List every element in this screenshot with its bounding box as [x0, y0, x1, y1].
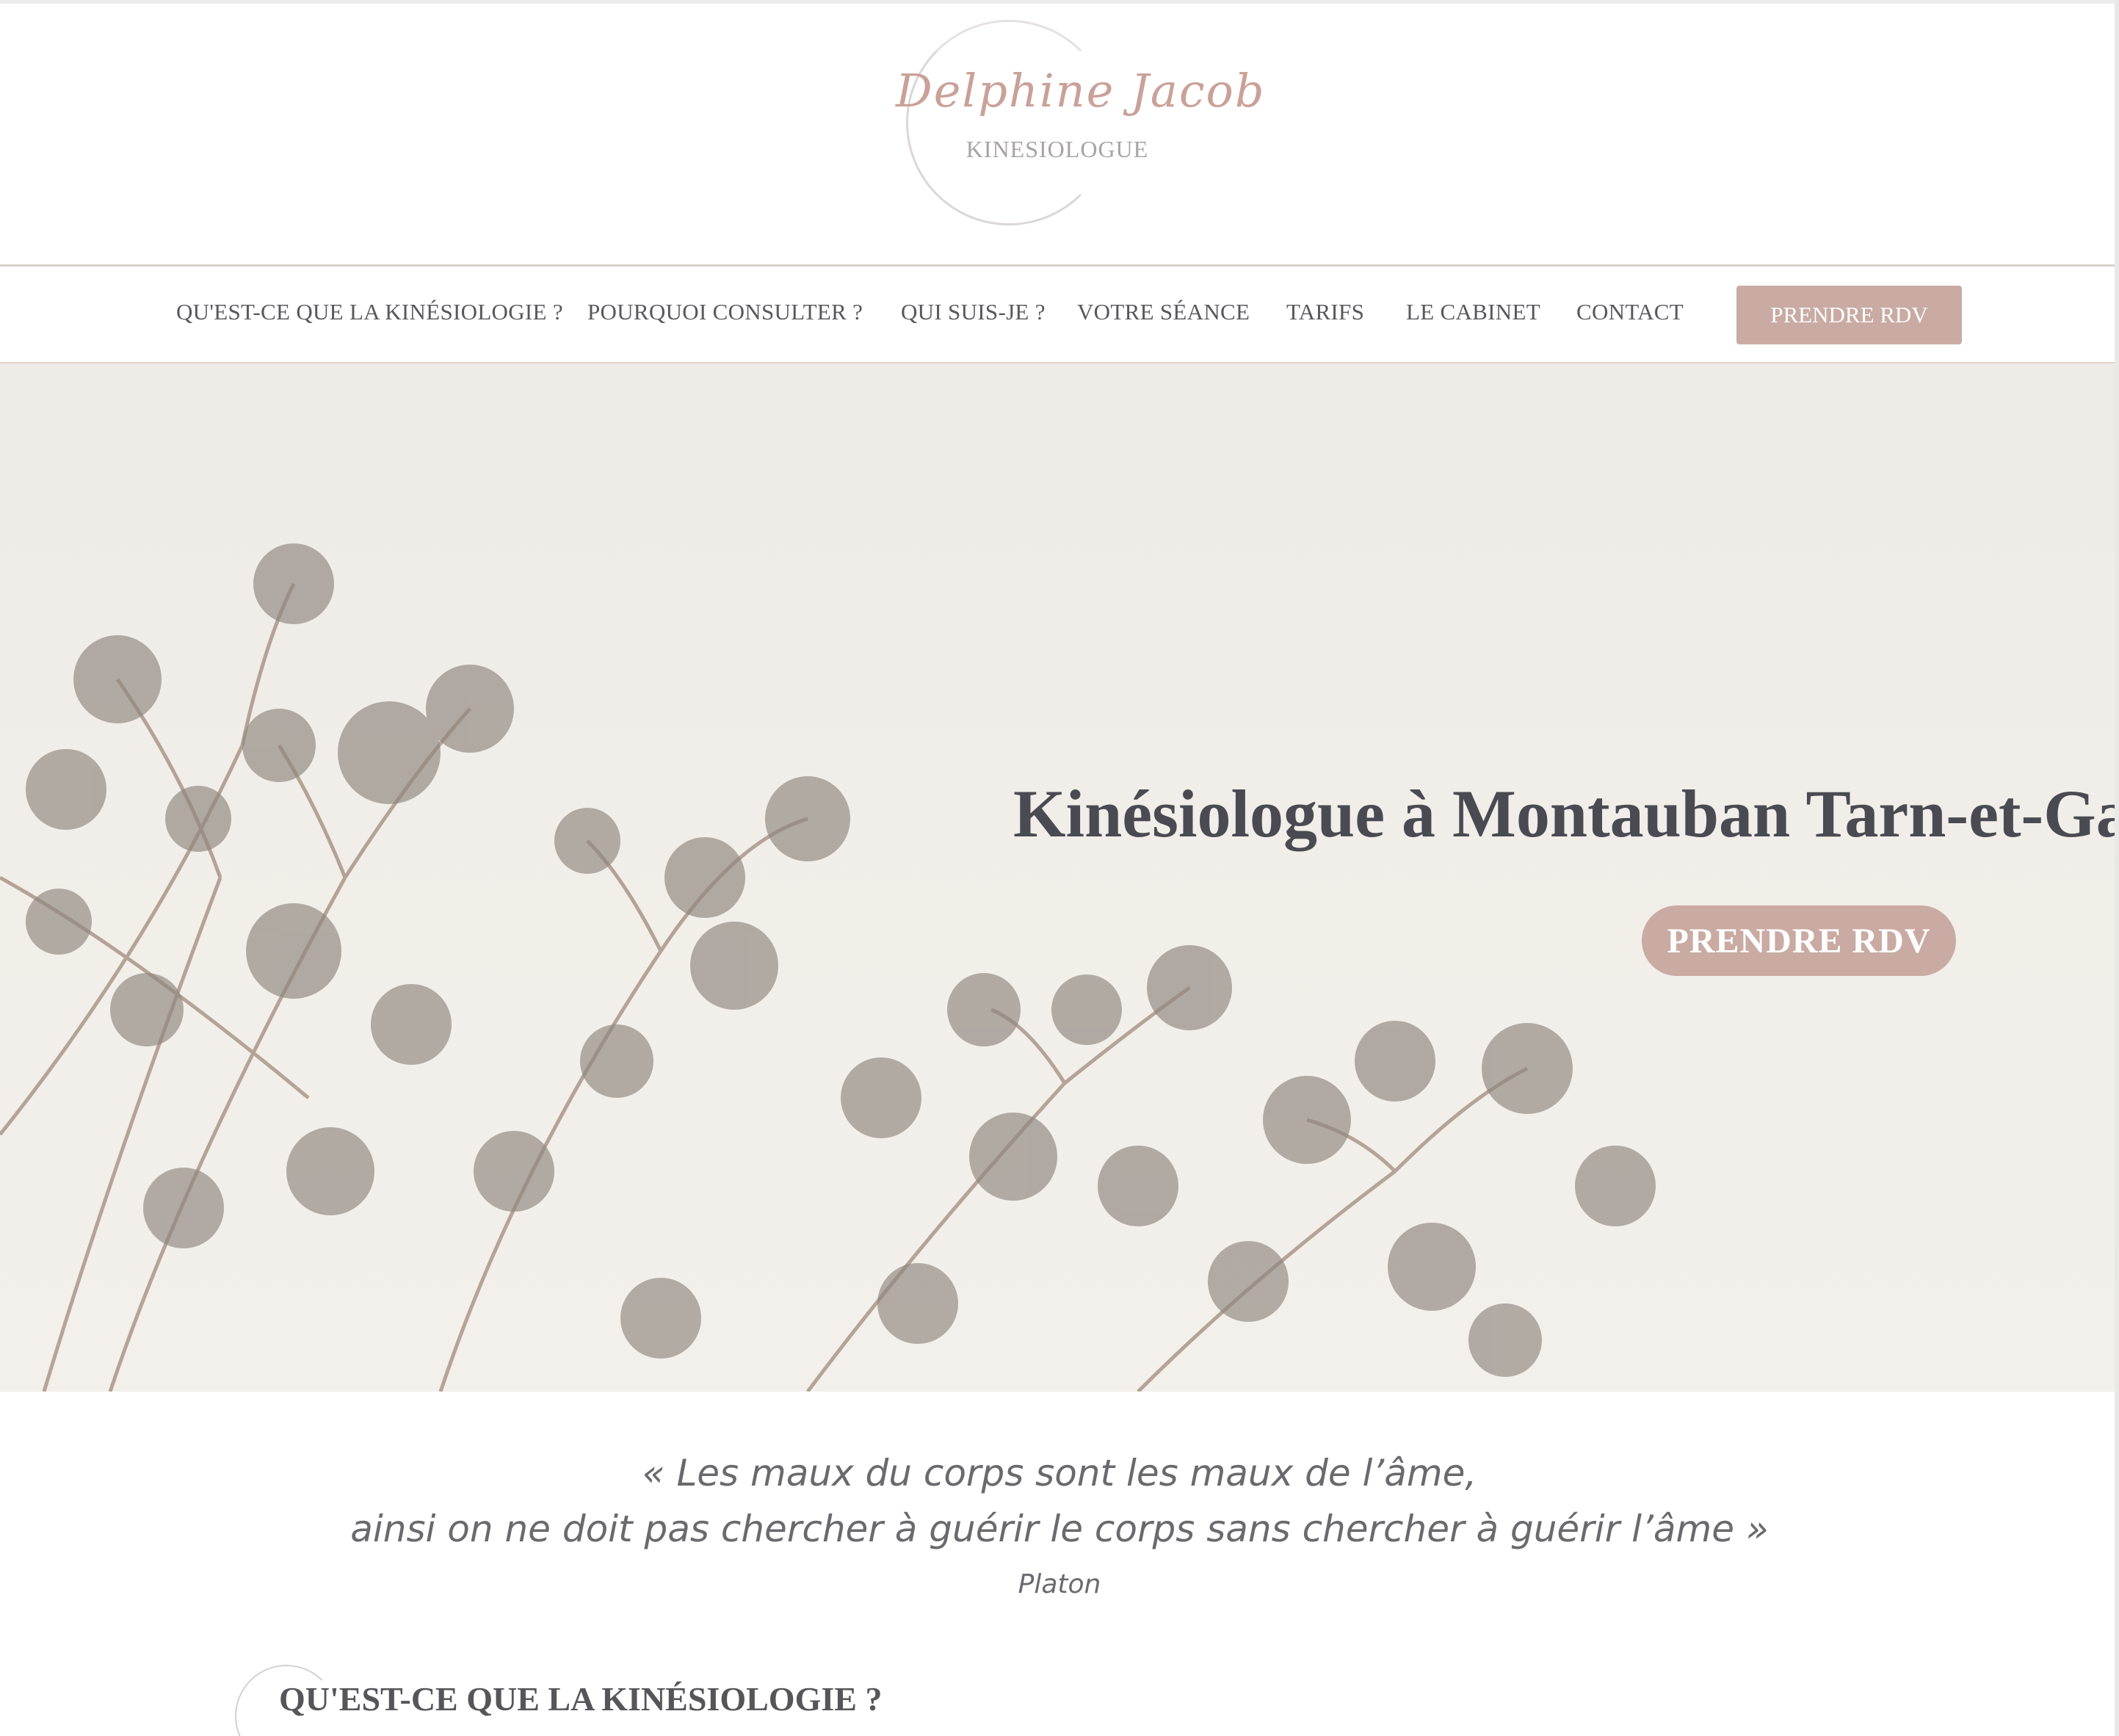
nav-item-tarifs[interactable]: TARIFS	[1286, 299, 1364, 325]
section-title: QU'EST-CE QUE LA KINÉSIOLOGIE ?	[279, 1680, 883, 1718]
nav-item-le-cabinet[interactable]: LE CABINET	[1406, 299, 1540, 325]
quote-line-2: ainsi on ne doit pas chercher à guérir l…	[350, 1508, 1769, 1550]
logo-name: Delphine Jacob	[896, 64, 1266, 117]
nav-item-pourquoi-consulter[interactable]: POURQUOI CONSULTER ?	[587, 299, 863, 325]
hero-prendre-rdv-button[interactable]: PRENDRE RDV	[1642, 905, 1956, 976]
nav-item-contact[interactable]: CONTACT	[1576, 299, 1684, 325]
quote-section: « Les maux du corps sont les maux de l’â…	[0, 1392, 2119, 1736]
hero-title: Kinésiologue à Montauban Tarn-et-Garonne	[1013, 776, 2119, 851]
quote-author: Platon	[1018, 1569, 1101, 1599]
scrollbar-edge	[2115, 0, 2119, 1736]
main-navigation: QU'EST-CE QUE LA KINÉSIOLOGIE ? POURQUOI…	[0, 264, 2119, 364]
site-header: Delphine Jacob KINESIOLOGUE	[0, 4, 2119, 264]
hero-section: Kinésiologue à Montauban Tarn-et-Garonne…	[0, 364, 2119, 1392]
nav-item-qui-suis-je[interactable]: QUI SUIS-JE ?	[901, 299, 1046, 325]
nav-item-votre-seance[interactable]: VOTRE SÉANCE	[1077, 299, 1250, 325]
nav-prendre-rdv-button[interactable]: PRENDRE RDV	[1736, 286, 1962, 344]
site-logo[interactable]: Delphine Jacob KINESIOLOGUE	[896, 18, 1266, 231]
logo-subtitle: KINESIOLOGUE	[966, 136, 1149, 162]
quote-line-1: « Les maux du corps sont les maux de l’â…	[642, 1452, 1477, 1494]
nav-item-kinesiologie[interactable]: QU'EST-CE QUE LA KINÉSIOLOGIE ?	[176, 299, 563, 325]
logo-ring	[906, 20, 1112, 225]
hero-flowers-image	[0, 543, 1656, 1392]
